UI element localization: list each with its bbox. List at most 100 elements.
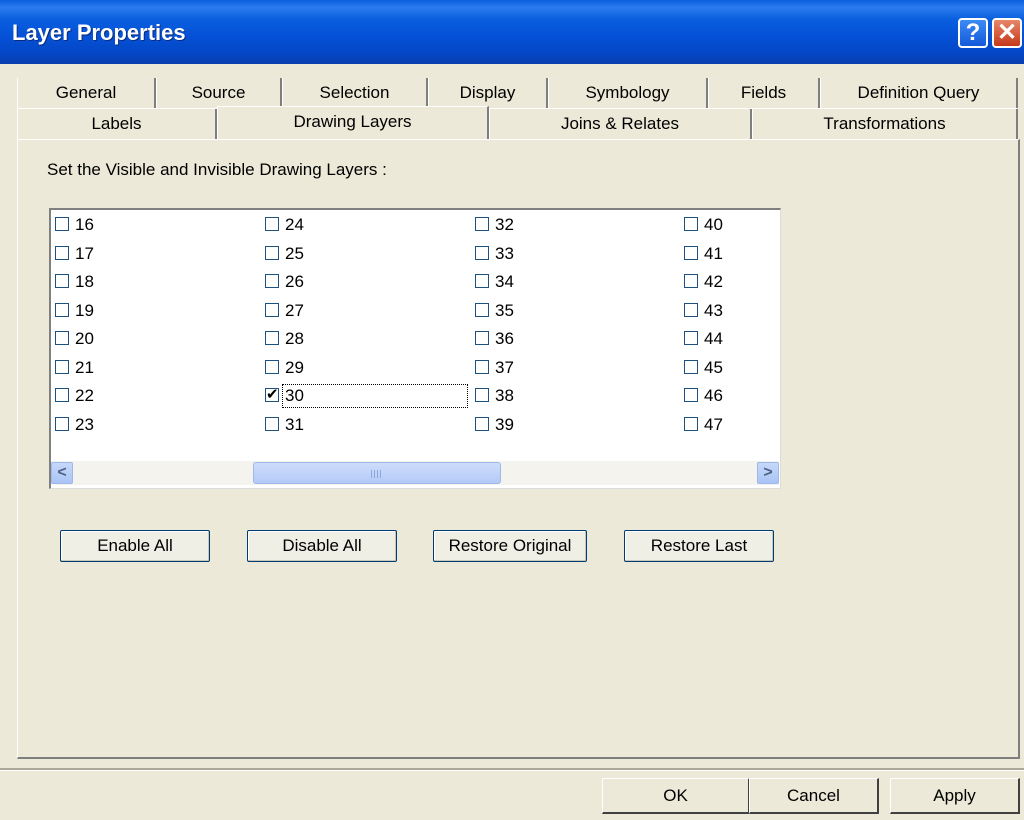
layer-label: 36 xyxy=(495,329,514,348)
restore-original-button[interactable]: Restore Original xyxy=(433,530,587,562)
layer-label: 30 xyxy=(282,384,468,408)
tab-joins-relates[interactable]: Joins & Relates xyxy=(489,109,752,139)
checkbox[interactable] xyxy=(265,302,279,317)
layer-label: 19 xyxy=(75,300,94,320)
tab-label: Display xyxy=(459,83,516,102)
scroll-left-button[interactable]: < xyxy=(51,462,73,484)
enable-all-button[interactable]: Enable All xyxy=(60,530,210,562)
tab-transformations[interactable]: Transformations xyxy=(752,109,1018,139)
layer-label: 18 xyxy=(75,272,94,291)
scroll-right-button[interactable]: > xyxy=(757,462,779,484)
layer-label: 41 xyxy=(704,243,723,263)
apply-button[interactable]: Apply xyxy=(890,778,1020,814)
layer-label: 33 xyxy=(495,243,514,263)
tab-label: Symbology xyxy=(585,83,670,102)
layer-label: 47 xyxy=(704,414,723,434)
checkbox[interactable] xyxy=(265,359,279,374)
tab-labels[interactable]: Labels xyxy=(17,109,217,139)
tab-label: Selection xyxy=(319,83,390,102)
checkbox[interactable] xyxy=(475,217,489,231)
tab-fields[interactable]: Fields xyxy=(708,78,820,108)
tab-label: Transformations xyxy=(823,114,946,133)
layer-label: 32 xyxy=(495,215,514,234)
close-icon: ✕ xyxy=(996,19,1018,46)
tab-label: Source xyxy=(191,83,246,102)
tab-label: General xyxy=(55,83,117,102)
help-icon: ? xyxy=(965,19,981,46)
checkbox[interactable] xyxy=(684,274,698,288)
checkbox[interactable] xyxy=(55,245,69,260)
checkbox[interactable] xyxy=(265,274,279,288)
layer-label: 17 xyxy=(75,243,94,263)
window-title: Layer Properties xyxy=(12,20,186,45)
scroll-thumb[interactable] xyxy=(253,462,501,484)
checkbox[interactable] xyxy=(475,416,489,431)
checkbox[interactable] xyxy=(684,359,698,374)
checkbox[interactable] xyxy=(265,245,279,260)
horizontal-scrollbar[interactable]: < > xyxy=(51,461,779,485)
checkbox[interactable] xyxy=(55,331,69,345)
layer-label: 29 xyxy=(285,357,304,377)
layer-label: 26 xyxy=(285,272,304,291)
tab-symbology[interactable]: Symbology xyxy=(548,78,708,108)
tab-general[interactable]: General xyxy=(17,78,156,108)
checkbox[interactable] xyxy=(55,388,69,402)
chevron-right-icon: > xyxy=(763,464,773,481)
checkbox[interactable] xyxy=(684,217,698,231)
layer-label: 43 xyxy=(704,300,723,320)
tab-label: Definition Query xyxy=(857,83,980,102)
checkbox[interactable] xyxy=(55,416,69,431)
cancel-button[interactable]: Cancel xyxy=(749,778,879,814)
checkbox[interactable] xyxy=(684,416,698,431)
checkbox[interactable] xyxy=(265,331,279,345)
close-button[interactable]: ✕ xyxy=(992,18,1022,48)
checkbox[interactable] xyxy=(475,245,489,260)
help-button[interactable]: ? xyxy=(958,18,988,48)
layer-label: 37 xyxy=(495,357,514,377)
ok-button[interactable]: OK xyxy=(602,778,750,814)
checkbox[interactable] xyxy=(55,217,69,231)
checkbox[interactable] xyxy=(684,331,698,345)
checkbox[interactable] xyxy=(475,302,489,317)
tab-source[interactable]: Source xyxy=(156,78,282,108)
checkbox[interactable] xyxy=(475,359,489,374)
checkbox[interactable] xyxy=(475,331,489,345)
layer-label: 20 xyxy=(75,329,94,348)
checkbox[interactable] xyxy=(475,388,489,402)
layer-label: 34 xyxy=(495,272,514,291)
tab-drawing-layers[interactable]: Drawing Layers xyxy=(217,106,489,139)
checkbox[interactable] xyxy=(684,388,698,402)
layer-label: 25 xyxy=(285,243,304,263)
checkbox[interactable] xyxy=(265,416,279,431)
layer-label: 16 xyxy=(75,215,94,234)
chevron-left-icon: < xyxy=(57,464,67,481)
layer-label: 44 xyxy=(704,329,723,348)
layer-label: 39 xyxy=(495,414,514,434)
disable-all-button[interactable]: Disable All xyxy=(247,530,397,562)
drawing-layers-list[interactable]: < > 16 17 18 19 20 21 22 23 24 25 26 27 28 29 30 31 32 33… xyxy=(49,208,781,489)
tab-selection[interactable]: Selection xyxy=(282,78,428,108)
restore-last-button[interactable]: Restore Last xyxy=(624,530,774,562)
layer-label: 28 xyxy=(285,329,304,348)
tab-label: Fields xyxy=(740,83,787,102)
layer-label: 38 xyxy=(495,386,514,405)
layer-label: 27 xyxy=(285,300,304,320)
instruction-label: Set the Visible and Invisible Drawing La… xyxy=(47,160,387,179)
checkbox[interactable] xyxy=(684,245,698,260)
checkbox[interactable] xyxy=(684,302,698,317)
tab-label: Joins & Relates xyxy=(560,114,680,133)
layer-label: 40 xyxy=(704,215,723,234)
checkbox[interactable] xyxy=(475,274,489,288)
layer-label: 22 xyxy=(75,386,94,405)
checkbox[interactable] xyxy=(265,217,279,231)
layer-label: 31 xyxy=(285,414,304,434)
checkbox[interactable] xyxy=(55,359,69,374)
checkbox[interactable] xyxy=(55,302,69,317)
checkbox[interactable] xyxy=(265,384,279,406)
title-bar: Layer Properties ? ✕ xyxy=(0,0,1024,64)
tab-definition-query[interactable]: Definition Query xyxy=(820,78,1018,108)
layer-label: 23 xyxy=(75,414,94,434)
tab-display[interactable]: Display xyxy=(428,78,548,108)
layer-label: 24 xyxy=(285,215,304,234)
checkbox[interactable] xyxy=(55,274,69,288)
